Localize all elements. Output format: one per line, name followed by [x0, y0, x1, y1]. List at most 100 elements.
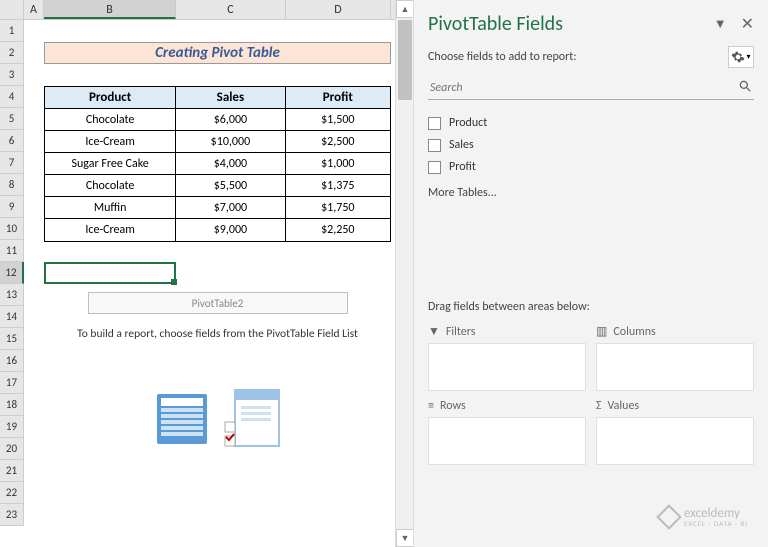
area-columns-label: Columns [613, 325, 655, 339]
cell[interactable]: $9,000 [176, 219, 285, 241]
close-icon[interactable]: ✕ [741, 14, 754, 34]
pivot-placeholder-images [44, 386, 391, 456]
pane-options-icon[interactable]: ▼ [714, 16, 727, 32]
values-icon: Σ [596, 399, 602, 413]
cell[interactable]: Sugar Free Cake [45, 153, 176, 175]
th-product[interactable]: Product [45, 87, 176, 109]
select-all-corner[interactable] [0, 0, 24, 19]
table-row: Chocolate$5,500$1,375 [45, 175, 390, 197]
col-header-C[interactable]: C [176, 0, 286, 19]
banner-title: Creating Pivot Table [44, 42, 391, 64]
scroll-thumb[interactable] [398, 20, 412, 100]
rows-drop[interactable] [428, 417, 586, 465]
th-profit[interactable]: Profit [286, 87, 390, 109]
row-header-14[interactable]: 14 [0, 306, 24, 328]
checkbox-icon[interactable] [428, 139, 441, 152]
columns-drop[interactable] [596, 343, 754, 391]
row-header-1[interactable]: 1 [0, 20, 24, 42]
checkbox-icon[interactable] [428, 117, 441, 130]
table-row: Muffin$7,000$1,750 [45, 197, 390, 219]
cell[interactable]: $1,375 [286, 175, 390, 197]
area-values: ΣValues [596, 399, 754, 465]
cell[interactable]: $2,250 [286, 219, 390, 241]
pivot-fields-pane: PivotTable Fields ▼ ✕ Choose fields to a… [413, 0, 768, 547]
fill-handle[interactable] [171, 279, 177, 285]
cell[interactable]: $1,500 [286, 109, 390, 131]
row-header-11[interactable]: 11 [0, 240, 24, 262]
scroll-down-icon[interactable]: ▼ [396, 529, 414, 547]
table-row: Chocolate$6,000$1,500 [45, 109, 390, 131]
spreadsheet-area: A B C D 12345678910111213141516171819202… [0, 0, 395, 547]
field-label: Sales [449, 138, 474, 152]
field-label: Profit [449, 160, 476, 174]
col-header-D[interactable]: D [286, 0, 391, 19]
field-item-sales[interactable]: Sales [428, 134, 754, 156]
cell[interactable]: Muffin [45, 197, 176, 219]
table-row: Sugar Free Cake$4,000$1,000 [45, 153, 390, 175]
row-header-23[interactable]: 23 [0, 504, 24, 526]
cell[interactable]: $4,000 [176, 153, 285, 175]
row-header-19[interactable]: 19 [0, 416, 24, 438]
data-table: Product Sales Profit Chocolate$6,000$1,5… [44, 86, 391, 242]
row-header-9[interactable]: 9 [0, 196, 24, 218]
search-icon[interactable] [738, 79, 752, 97]
row-header-12[interactable]: 12 [0, 262, 24, 284]
row-headers: 1234567891011121314151617181920212223 [0, 20, 24, 526]
cell[interactable]: $7,000 [176, 197, 285, 219]
cell[interactable]: Ice-Cream [45, 219, 176, 241]
cell[interactable]: Chocolate [45, 109, 176, 131]
row-header-22[interactable]: 22 [0, 482, 24, 504]
search-box [428, 76, 754, 100]
more-tables-link[interactable]: More Tables... [428, 186, 754, 200]
values-drop[interactable] [596, 417, 754, 465]
vertical-scrollbar[interactable]: ▲ ▼ [395, 0, 413, 547]
pivot-placeholder: PivotTable2 To build a report, choose fi… [44, 284, 391, 456]
row-header-6[interactable]: 6 [0, 130, 24, 152]
table-icon [153, 386, 213, 456]
field-item-profit[interactable]: Profit [428, 156, 754, 178]
cell[interactable]: $1,750 [286, 197, 390, 219]
checkbox-icon[interactable] [428, 161, 441, 174]
columns-icon: ▥ [596, 324, 607, 339]
selected-cell-B12[interactable] [44, 262, 176, 284]
cell[interactable]: $2,500 [286, 131, 390, 153]
row-header-10[interactable]: 10 [0, 218, 24, 240]
row-header-21[interactable]: 21 [0, 460, 24, 482]
row-header-13[interactable]: 13 [0, 284, 24, 306]
cell[interactable]: $1,000 [286, 153, 390, 175]
search-input[interactable] [428, 76, 754, 100]
cell[interactable]: Ice-Cream [45, 131, 176, 153]
scroll-up-icon[interactable]: ▲ [396, 0, 414, 18]
field-item-product[interactable]: Product [428, 112, 754, 134]
row-header-15[interactable]: 15 [0, 328, 24, 350]
row-header-8[interactable]: 8 [0, 174, 24, 196]
th-sales[interactable]: Sales [176, 87, 285, 109]
col-header-B[interactable]: B [44, 0, 176, 19]
row-header-3[interactable]: 3 [0, 64, 24, 86]
table-row: Ice-Cream$9,000$2,250 [45, 219, 390, 241]
cell[interactable]: Chocolate [45, 175, 176, 197]
field-list: Product Sales Profit [428, 112, 754, 178]
row-header-4[interactable]: 4 [0, 86, 24, 108]
area-rows-label: Rows [440, 399, 466, 413]
row-header-7[interactable]: 7 [0, 152, 24, 174]
column-headers: A B C D [0, 0, 395, 20]
field-label: Product [449, 116, 487, 130]
area-filters-label: Filters [446, 325, 476, 339]
cell[interactable]: $10,000 [176, 131, 285, 153]
filters-drop[interactable] [428, 343, 586, 391]
row-header-2[interactable]: 2 [0, 42, 24, 64]
cell[interactable]: $6,000 [176, 109, 285, 131]
row-header-20[interactable]: 20 [0, 438, 24, 460]
row-header-18[interactable]: 18 [0, 394, 24, 416]
checklist-icon [223, 386, 283, 456]
filter-icon: ▼ [428, 324, 440, 339]
row-header-5[interactable]: 5 [0, 108, 24, 130]
col-header-A[interactable]: A [24, 0, 44, 19]
row-header-16[interactable]: 16 [0, 350, 24, 372]
pane-title: PivotTable Fields [428, 12, 563, 36]
area-columns: ▥ Columns [596, 324, 754, 391]
row-header-17[interactable]: 17 [0, 372, 24, 394]
gear-icon[interactable]: ▾ [728, 46, 754, 68]
cell[interactable]: $5,500 [176, 175, 285, 197]
